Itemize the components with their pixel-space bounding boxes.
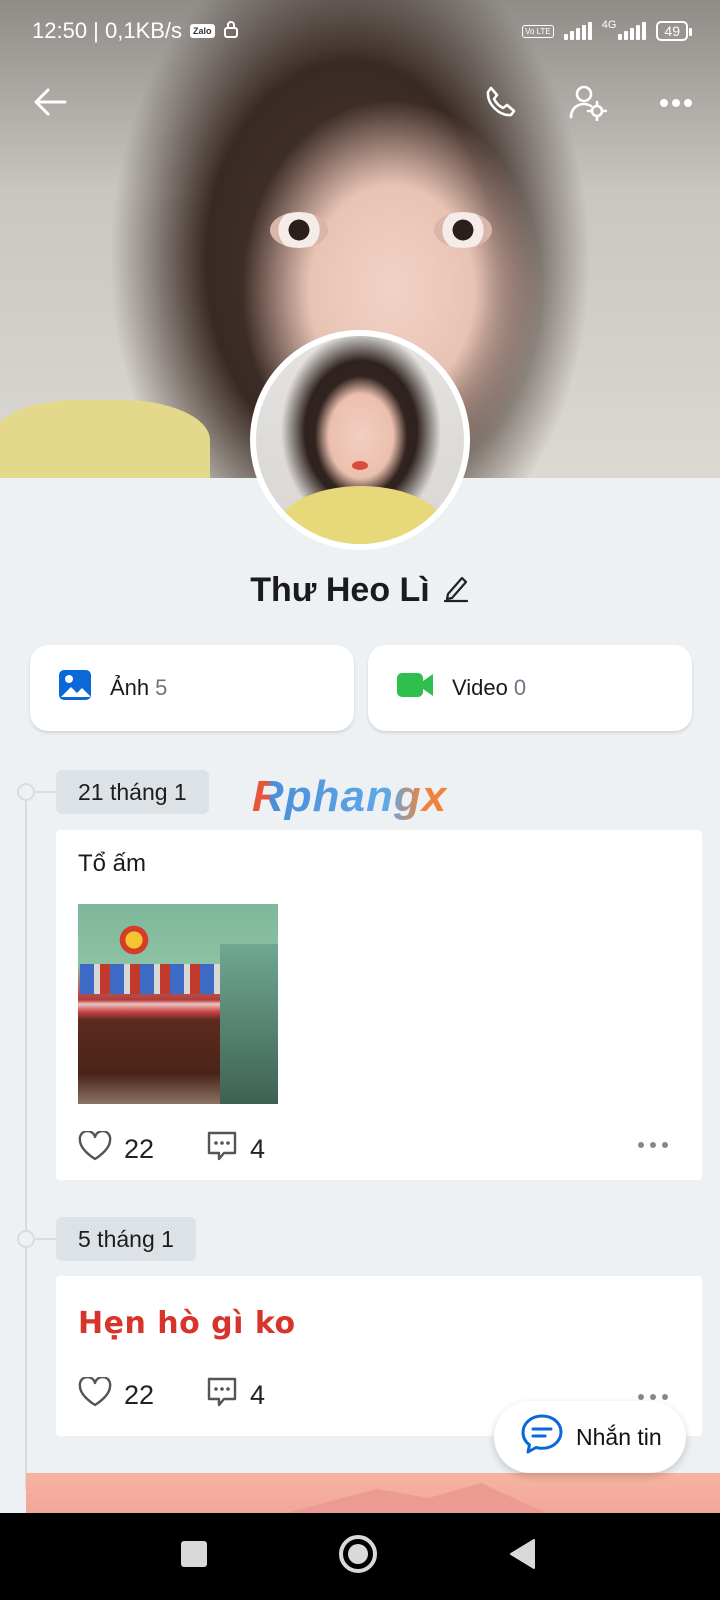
like-button[interactable]: 22: [78, 1129, 155, 1168]
message-button-label: Nhắn tin: [576, 1423, 662, 1450]
volte-icon: Vo LTE: [522, 24, 554, 38]
message-button[interactable]: Nhắn tin: [494, 1401, 686, 1473]
cover-photo-detail: [0, 400, 210, 478]
home-button[interactable]: [318, 1513, 398, 1600]
post-more-button[interactable]: [638, 1394, 668, 1400]
system-navigation-bar: [0, 1513, 720, 1600]
profile-toolbar: [0, 70, 720, 140]
pencil-icon[interactable]: [442, 573, 470, 608]
chat-bubble-icon: [520, 1413, 564, 1461]
post-photo-detail: [220, 944, 278, 1104]
timeline-dot: [17, 783, 35, 801]
avatar-photo-detail: [352, 461, 368, 470]
cover-photo-detail: [270, 212, 328, 248]
post-photo[interactable]: [78, 904, 278, 1104]
recents-button[interactable]: [154, 1513, 234, 1600]
profile-name: Thư Heo Lì: [250, 570, 430, 609]
more-horizontal-icon: [659, 95, 693, 113]
user-gear-icon: [569, 83, 608, 126]
video-card[interactable]: Video 0: [368, 645, 692, 731]
phone-icon: [482, 84, 518, 125]
arrow-left-icon: [33, 87, 67, 122]
watermark: Rphangx: [252, 772, 448, 821]
video-label: Video: [452, 675, 508, 700]
comment-button[interactable]: 4: [206, 1376, 265, 1415]
post-actions: 22 4: [78, 1375, 265, 1415]
home-circle-icon: [338, 1534, 378, 1579]
comment-icon: [206, 1130, 238, 1169]
post-date: 21 tháng 1: [56, 770, 209, 814]
post-photo-detail: [80, 964, 220, 994]
post-more-button[interactable]: [638, 1142, 668, 1148]
zalo-notification-icon: Zalo: [190, 24, 215, 38]
back-nav-button[interactable]: [482, 1513, 562, 1600]
timeline-dot: [17, 1230, 35, 1248]
status-bar: 12:50 | 0,1KB/s Zalo Vo LTE 4G 49: [0, 0, 720, 62]
post-date: 5 tháng 1: [56, 1217, 196, 1261]
more-options-button[interactable]: [646, 74, 706, 134]
comment-button[interactable]: 4: [206, 1130, 265, 1169]
signal-icon: [563, 22, 592, 40]
back-button[interactable]: [20, 74, 80, 134]
status-time-speed: 12:50 | 0,1KB/s: [32, 18, 183, 43]
post-actions: 22 4: [78, 1129, 265, 1169]
avatar-photo-detail: [276, 486, 446, 544]
post-text: Hẹn hò gì ko: [78, 1306, 296, 1341]
video-count: 0: [513, 675, 527, 700]
timeline-line: [25, 790, 27, 1490]
post-text: Tổ ấm: [78, 850, 147, 877]
comment-count: 4: [250, 1380, 266, 1410]
heart-icon: [78, 1129, 112, 1168]
timeline-connector: [35, 1238, 57, 1240]
profile-name-row: Thư Heo Lì: [0, 560, 720, 620]
network-type: 4G: [601, 19, 617, 31]
avatar[interactable]: [250, 330, 470, 550]
timeline-connector: [35, 791, 57, 793]
like-button[interactable]: 22: [78, 1375, 155, 1414]
image-icon: [58, 669, 92, 707]
like-count: 22: [124, 1134, 155, 1164]
cover-photo-detail: [434, 212, 492, 248]
profile-settings-button[interactable]: [558, 74, 618, 134]
call-button[interactable]: [470, 74, 530, 134]
photos-card[interactable]: Ảnh 5: [30, 645, 354, 731]
heart-icon: [78, 1375, 112, 1414]
post-image-preview: [26, 1473, 720, 1513]
comment-count: 4: [250, 1134, 266, 1164]
triangle-back-icon: [508, 1538, 536, 1575]
square-icon: [180, 1540, 208, 1573]
video-camera-icon: [396, 670, 434, 706]
lock-icon: [223, 18, 239, 44]
photos-label: Ảnh: [110, 675, 150, 700]
comment-icon: [206, 1376, 238, 1415]
post-photo-detail: [114, 920, 154, 960]
post-card[interactable]: Tổ ấm 22 4: [56, 830, 702, 1180]
photos-count: 5: [155, 675, 168, 700]
like-count: 22: [124, 1380, 155, 1410]
battery-icon: 49: [656, 21, 692, 41]
signal-icon: [618, 22, 647, 40]
